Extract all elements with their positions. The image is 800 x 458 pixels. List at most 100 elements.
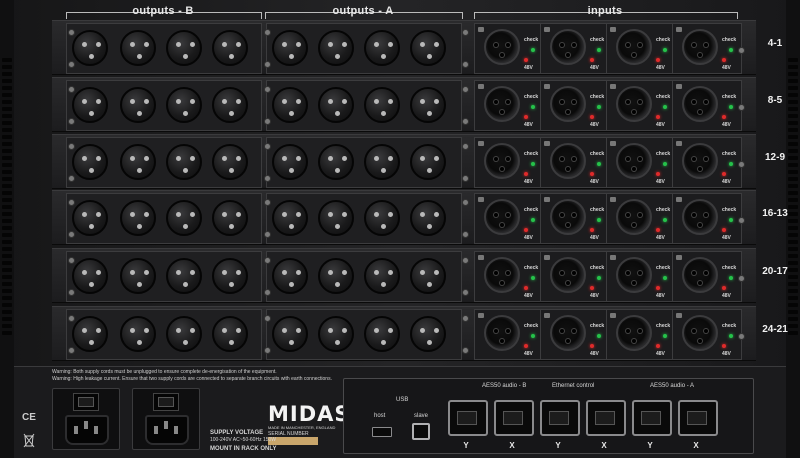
xlr-input-connector[interactable] (616, 29, 652, 65)
xlr-input-connector[interactable] (484, 86, 520, 122)
xlr-output-connector[interactable] (318, 144, 354, 180)
usb-host-port[interactable] (372, 427, 392, 437)
xlr-output-connector[interactable] (272, 30, 308, 66)
xlr-output-connector[interactable] (72, 144, 108, 180)
xlr-output-connector[interactable] (212, 87, 248, 123)
xlr-latch[interactable] (676, 141, 682, 146)
xlr-input-connector[interactable] (682, 257, 718, 293)
xlr-output-connector[interactable] (120, 258, 156, 294)
xlr-output-connector[interactable] (212, 30, 248, 66)
xlr-latch[interactable] (676, 255, 682, 260)
xlr-input-connector[interactable] (682, 315, 718, 351)
xlr-output-connector[interactable] (272, 258, 308, 294)
xlr-output-connector[interactable] (318, 30, 354, 66)
xlr-input-connector[interactable] (616, 86, 652, 122)
xlr-latch[interactable] (544, 313, 550, 318)
xlr-output-connector[interactable] (166, 30, 202, 66)
xlr-latch[interactable] (610, 84, 616, 89)
xlr-latch[interactable] (478, 84, 484, 89)
xlr-latch[interactable] (610, 141, 616, 146)
xlr-output-connector[interactable] (272, 144, 308, 180)
xlr-input-connector[interactable] (484, 143, 520, 179)
xlr-output-connector[interactable] (318, 316, 354, 352)
xlr-output-connector[interactable] (212, 316, 248, 352)
xlr-output-connector[interactable] (166, 144, 202, 180)
xlr-output-connector[interactable] (318, 200, 354, 236)
xlr-output-connector[interactable] (72, 30, 108, 66)
xlr-latch[interactable] (676, 313, 682, 318)
power-switch-2[interactable] (153, 393, 179, 411)
xlr-latch[interactable] (610, 255, 616, 260)
xlr-input-connector[interactable] (616, 143, 652, 179)
xlr-input-connector[interactable] (682, 86, 718, 122)
xlr-latch[interactable] (610, 313, 616, 318)
ethernet-port-x[interactable] (586, 400, 626, 436)
xlr-output-connector[interactable] (364, 200, 400, 236)
aes50-b-port-x[interactable] (494, 400, 534, 436)
xlr-output-connector[interactable] (410, 200, 446, 236)
xlr-input-connector[interactable] (484, 199, 520, 235)
xlr-output-connector[interactable] (364, 316, 400, 352)
xlr-input-connector[interactable] (550, 86, 586, 122)
xlr-output-connector[interactable] (120, 200, 156, 236)
xlr-output-connector[interactable] (272, 316, 308, 352)
xlr-input-connector[interactable] (616, 199, 652, 235)
xlr-input-connector[interactable] (550, 257, 586, 293)
xlr-output-connector[interactable] (318, 258, 354, 294)
xlr-output-connector[interactable] (166, 258, 202, 294)
xlr-latch[interactable] (544, 141, 550, 146)
xlr-input-connector[interactable] (682, 143, 718, 179)
xlr-output-connector[interactable] (272, 200, 308, 236)
xlr-output-connector[interactable] (318, 87, 354, 123)
aes50-a-port-y[interactable] (632, 400, 672, 436)
aes50-a-port-x[interactable] (678, 400, 718, 436)
xlr-latch[interactable] (478, 27, 484, 32)
xlr-output-connector[interactable] (410, 258, 446, 294)
xlr-output-connector[interactable] (166, 200, 202, 236)
aes50-b-port-y[interactable] (448, 400, 488, 436)
ethernet-port-y[interactable] (540, 400, 580, 436)
xlr-output-connector[interactable] (364, 87, 400, 123)
xlr-input-connector[interactable] (616, 257, 652, 293)
xlr-input-connector[interactable] (682, 29, 718, 65)
xlr-output-connector[interactable] (72, 258, 108, 294)
xlr-output-connector[interactable] (272, 87, 308, 123)
xlr-input-connector[interactable] (682, 199, 718, 235)
xlr-output-connector[interactable] (364, 30, 400, 66)
xlr-latch[interactable] (544, 197, 550, 202)
xlr-input-connector[interactable] (550, 143, 586, 179)
xlr-output-connector[interactable] (410, 87, 446, 123)
xlr-input-connector[interactable] (616, 315, 652, 351)
xlr-output-connector[interactable] (364, 258, 400, 294)
xlr-input-connector[interactable] (550, 315, 586, 351)
usb-slave-port[interactable] (412, 423, 430, 440)
xlr-input-connector[interactable] (484, 315, 520, 351)
xlr-latch[interactable] (544, 84, 550, 89)
xlr-output-connector[interactable] (120, 144, 156, 180)
xlr-output-connector[interactable] (72, 316, 108, 352)
xlr-input-connector[interactable] (550, 199, 586, 235)
xlr-latch[interactable] (544, 27, 550, 32)
xlr-latch[interactable] (610, 197, 616, 202)
xlr-latch[interactable] (544, 255, 550, 260)
xlr-latch[interactable] (478, 255, 484, 260)
xlr-output-connector[interactable] (364, 144, 400, 180)
xlr-output-connector[interactable] (120, 316, 156, 352)
xlr-latch[interactable] (478, 197, 484, 202)
xlr-latch[interactable] (478, 313, 484, 318)
xlr-output-connector[interactable] (212, 200, 248, 236)
xlr-output-connector[interactable] (166, 87, 202, 123)
xlr-output-connector[interactable] (410, 316, 446, 352)
xlr-input-connector[interactable] (484, 29, 520, 65)
xlr-output-connector[interactable] (212, 258, 248, 294)
xlr-output-connector[interactable] (120, 30, 156, 66)
xlr-output-connector[interactable] (212, 144, 248, 180)
xlr-output-connector[interactable] (166, 316, 202, 352)
xlr-latch[interactable] (676, 27, 682, 32)
xlr-latch[interactable] (676, 197, 682, 202)
xlr-latch[interactable] (478, 141, 484, 146)
xlr-output-connector[interactable] (72, 200, 108, 236)
power-switch-1[interactable] (73, 393, 99, 411)
xlr-output-connector[interactable] (410, 144, 446, 180)
xlr-output-connector[interactable] (72, 87, 108, 123)
